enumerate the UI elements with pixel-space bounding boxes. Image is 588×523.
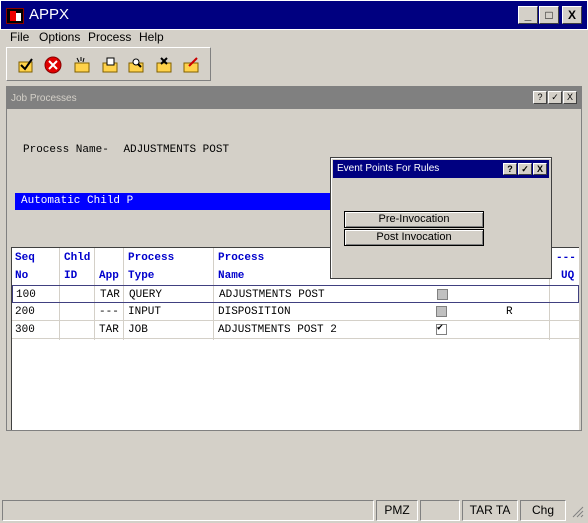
status-pane-empty: [420, 500, 460, 521]
process-name-label: Process Name-: [23, 144, 109, 156]
cell-name: ADJUSTMENTS POST: [219, 289, 325, 301]
pre-invocation-button[interactable]: Pre-Invocation: [344, 211, 484, 228]
menu-file[interactable]: File: [10, 30, 29, 44]
folder-search-icon[interactable]: [127, 56, 145, 74]
status-pane-app: TAR TA: [462, 500, 518, 521]
toolbar: [6, 47, 211, 81]
check-icon[interactable]: [17, 56, 35, 74]
cell-seq[interactable]: 100: [16, 289, 36, 301]
dialog-help-button[interactable]: ?: [503, 163, 517, 175]
cell-type: QUERY: [129, 289, 163, 301]
cell-name: ADJUSTMENTS POST 2: [218, 324, 337, 336]
close-button[interactable]: X: [562, 6, 582, 24]
menu-process[interactable]: Process: [88, 30, 131, 44]
status-pane-mode: Chg: [520, 500, 566, 521]
header-app: App: [99, 270, 119, 282]
row-checkbox-checked[interactable]: [436, 322, 447, 335]
cell-app: ---: [99, 306, 119, 318]
header-process-type-1: Process: [128, 252, 175, 264]
menu-options[interactable]: Options: [39, 30, 80, 44]
automatic-child-bar[interactable]: Automatic Child P: [15, 193, 379, 210]
cell-type: JOB: [128, 324, 148, 336]
header-chld: Chld: [64, 252, 91, 264]
dialog-close-button[interactable]: X: [533, 163, 547, 175]
job-window-title: Job Processes: [7, 87, 581, 109]
resize-grip-icon[interactable]: [570, 504, 584, 518]
maximize-button[interactable]: □: [539, 6, 559, 24]
table-row[interactable]: 200 --- INPUT DISPOSITION R: [12, 303, 579, 321]
folder-open-icon[interactable]: [101, 56, 119, 74]
folder-edit-icon[interactable]: [182, 56, 200, 74]
header-process-name-2: Name: [218, 270, 245, 282]
cell-seq[interactable]: 300: [15, 324, 35, 336]
minimize-button[interactable]: _: [518, 6, 538, 24]
header-seq: Seq: [15, 252, 35, 264]
menu-help[interactable]: Help: [139, 30, 164, 44]
app-title: APPX: [29, 6, 70, 23]
status-bar: PMZ TAR TA Chg: [0, 498, 588, 523]
header-uq-1: ---: [556, 252, 576, 264]
row-checkbox[interactable]: [436, 306, 447, 317]
table-row[interactable]: 300 TAR JOB ADJUSTMENTS POST 2: [12, 321, 579, 339]
cell-flag: R: [506, 306, 513, 318]
table-row[interactable]: 100 TAR QUERY ADJUSTMENTS POST: [12, 285, 579, 303]
header-uq-2: UQ: [561, 270, 575, 282]
event-points-dialog: Event Points For Rules ? ✓ X Pre-Invocat…: [330, 157, 552, 279]
cancel-icon[interactable]: [44, 56, 62, 74]
cell-app: TAR: [99, 324, 119, 336]
header-process-name-1: Process: [218, 252, 265, 264]
status-pane-main: [2, 500, 374, 521]
cell-app: TAR: [100, 289, 120, 301]
folder-delete-icon[interactable]: [155, 56, 173, 74]
process-name-line: Process Name- ADJUSTMENTS POST: [23, 144, 229, 156]
header-id: ID: [64, 270, 78, 282]
title-bar: APPX _ □ X: [0, 0, 588, 30]
appx-logo-icon: [6, 8, 24, 24]
header-no: No: [15, 270, 29, 282]
job-close-button[interactable]: X: [563, 91, 577, 104]
header-process-type-2: Type: [128, 270, 155, 282]
folder-new-icon[interactable]: [73, 56, 91, 74]
job-help-button[interactable]: ?: [533, 91, 547, 104]
cell-seq[interactable]: 200: [15, 306, 35, 318]
process-name-value: ADJUSTMENTS POST: [123, 144, 230, 156]
post-invocation-button[interactable]: Post Invocation: [344, 229, 484, 246]
dialog-ok-button[interactable]: ✓: [518, 163, 532, 175]
row-checkbox[interactable]: [437, 289, 448, 300]
cell-name: DISPOSITION: [218, 306, 291, 318]
cell-type: INPUT: [128, 306, 162, 318]
status-pane-pmz: PMZ: [376, 500, 418, 521]
job-ok-button[interactable]: ✓: [548, 91, 562, 104]
